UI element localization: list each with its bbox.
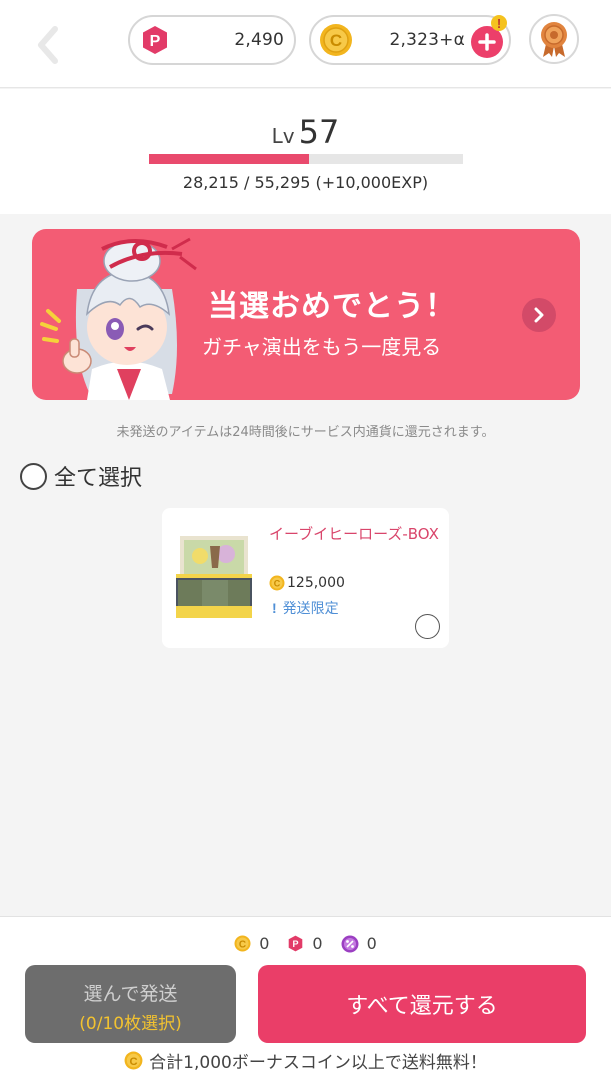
select-and-ship-button[interactable]: 選んで発送 (0/10枚選択)	[25, 965, 236, 1043]
level-display: Lv 57	[0, 113, 611, 151]
shipping-only-label: 発送限定	[282, 601, 339, 617]
exp-progress-bar	[149, 154, 463, 164]
select-all-radio[interactable]	[20, 462, 47, 490]
free-shipping-note: C 合計1,000ボーナスコイン以上で送料無料！	[0, 1048, 611, 1073]
svg-text:C: C	[274, 579, 281, 589]
return-all-button[interactable]: すべて還元する	[258, 965, 586, 1043]
chevron-left-icon	[38, 26, 58, 64]
bottom-action-bar: C 0 P 0 0 選んで発送 (0/10枚選択) すべて還元する C 合計1,…	[0, 916, 611, 1080]
ship-button-label: 選んで発送	[83, 983, 178, 1005]
ticket-icon	[341, 935, 359, 952]
total-ticket-value: 0	[366, 934, 377, 953]
total-ticket: 0	[341, 934, 377, 953]
win-banner[interactable]: 当選おめでとう！ ガチャ演出をもう一度見る	[32, 229, 580, 400]
banner-subtitle: ガチャ演出をもう一度見る	[202, 335, 442, 359]
exp-progress-fill	[149, 154, 310, 164]
coin-icon: C	[269, 575, 285, 591]
select-all-toggle[interactable]: 全て選択	[20, 460, 142, 492]
points-amount: 2,490	[234, 30, 284, 50]
item-price-value: 125,000	[287, 575, 345, 591]
banner-arrow-button[interactable]	[522, 298, 556, 332]
plus-icon	[478, 33, 496, 51]
bronze-medal-icon	[541, 22, 567, 57]
total-coin-value: 0	[259, 934, 270, 953]
shipping-only-tag: ! 発送限定	[272, 598, 339, 618]
total-coin: C 0	[234, 934, 269, 953]
item-select-radio[interactable]	[415, 614, 440, 639]
exclamation-alert-icon: !	[491, 15, 507, 31]
ship-selection-count: (0/10枚選択)	[79, 1014, 182, 1034]
notice-text: 未発送のアイテムは24時間後にサービス内通貨に還元されます。	[116, 425, 495, 440]
p-badge-icon: P	[143, 26, 167, 54]
shrine-maiden-character-illustration	[40, 237, 197, 400]
card-box-thumbnail	[176, 536, 252, 618]
chevron-right-icon	[534, 307, 544, 323]
svg-text:P: P	[150, 33, 161, 50]
svg-text:P: P	[293, 939, 299, 949]
item-price: C 125,000	[269, 575, 345, 591]
total-point-value: 0	[312, 934, 323, 953]
select-all-label: 全て選択	[54, 466, 143, 491]
level-panel: Lv 57 28,215 / 55,295 (+10,000EXP)	[0, 89, 611, 214]
level-number: 57	[298, 113, 340, 151]
exclamation-icon: !	[272, 600, 277, 616]
level-label: Lv	[271, 124, 295, 148]
avatar[interactable]	[529, 14, 579, 64]
back-button[interactable]	[26, 20, 70, 70]
free-shipping-text: 合計1,000ボーナスコイン以上で送料無料！	[149, 1053, 487, 1073]
svg-text:C: C	[130, 1056, 138, 1068]
coin-icon: C	[124, 1051, 143, 1070]
svg-text:C: C	[239, 940, 246, 951]
p-badge-icon: P	[289, 935, 303, 952]
points-balance[interactable]: P 2,490	[128, 15, 296, 65]
coin-icon: C	[320, 24, 352, 56]
exp-text: 28,215 / 55,295 (+10,000EXP)	[182, 173, 429, 192]
coin-icon: C	[234, 935, 251, 952]
coin-amount: 2,323+α	[389, 30, 465, 50]
item-card[interactable]: イーブイヒーローズ-BOX C 125,000 ! 発送限定	[162, 508, 449, 648]
coin-balance[interactable]: C 2,323+α !	[309, 15, 511, 65]
top-bar: P 2,490 C 2,323+α !	[0, 0, 611, 88]
svg-text:C: C	[330, 31, 342, 50]
banner-title: 当選おめでとう！	[208, 289, 456, 324]
item-name: イーブイヒーローズ-BOX	[269, 525, 439, 543]
selection-totals: C 0 P 0 0	[0, 934, 611, 953]
total-point: P 0	[287, 934, 323, 953]
